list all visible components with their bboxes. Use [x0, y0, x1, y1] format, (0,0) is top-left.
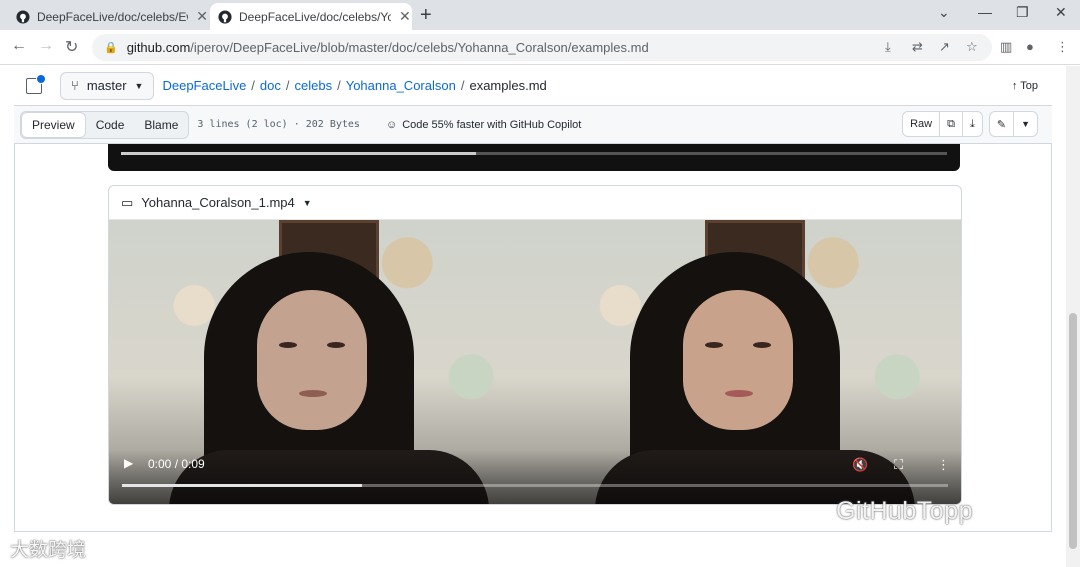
mouth	[725, 390, 753, 397]
tab-preview[interactable]: Preview	[21, 111, 86, 138]
close-icon[interactable]: ✕	[196, 8, 208, 25]
raw-button[interactable]: Raw	[903, 112, 939, 136]
video-card: ▭ Yohanna_Coralson_1.mp4 ▼ ▶ 0:00 / 0:09…	[108, 185, 962, 505]
url-path: /iperov/DeepFaceLive/blob/master/doc/cel…	[190, 40, 649, 55]
video-progress-fill	[122, 484, 362, 487]
reload-icon[interactable]: ↻	[65, 37, 78, 57]
translate-icon[interactable]: ⇄	[912, 39, 923, 55]
caret-down-icon: ▼	[134, 80, 144, 91]
previous-video-progress-fill	[121, 152, 477, 155]
bookmark-star-icon[interactable]: ☆	[966, 39, 978, 55]
eye	[753, 342, 771, 348]
scrollbar-thumb[interactable]	[1069, 313, 1077, 549]
file-actions: Raw ⧉ ⤓ ✎ ▼	[902, 111, 1038, 137]
browser-tab-title: DeepFaceLive/doc/celebs/Yohanna_Coralson…	[239, 9, 391, 24]
browser-tab-2[interactable]: DeepFaceLive/doc/celebs/Yohanna_Coralson…	[210, 3, 412, 30]
video-camera-icon: ▭	[121, 194, 134, 210]
share-icon[interactable]: ↗	[939, 39, 950, 55]
address-bar: ← → ↻ 🔒 github.com/iperov/DeepFaceLive/b…	[0, 30, 1080, 65]
maximize-icon[interactable]: ❐	[1016, 4, 1029, 21]
video-time: 0:00 / 0:09	[148, 457, 205, 471]
tab-search-icon[interactable]: ⌄	[938, 4, 950, 21]
mouth	[299, 390, 327, 397]
eye	[705, 342, 723, 348]
video-controls: ▶ 0:00 / 0:09 🔇 ⛶ ⋮	[109, 450, 961, 504]
view-mode-tabs: Preview Code Blame	[20, 110, 190, 139]
breadcrumb-filename: examples.md	[469, 78, 547, 93]
git-branch-icon: ⑂	[71, 78, 79, 93]
copilot-icon: ☺	[385, 118, 398, 131]
branch-selector[interactable]: ⑂ master ▼	[60, 71, 155, 100]
github-icon	[16, 9, 30, 24]
file-header: ⑂ master ▼ DeepFaceLive / doc / celebs / Yo…	[14, 66, 1052, 106]
video-progress-bar[interactable]	[122, 484, 948, 487]
github-icon	[218, 9, 232, 24]
browser-tab-title: DeepFaceLive/doc/celebs/Ewon_Spice/examp…	[36, 9, 188, 24]
fullscreen-icon[interactable]: ⛶	[894, 457, 903, 473]
tab-code[interactable]: Code	[86, 112, 135, 138]
url-input[interactable]: 🔒 github.com/iperov/DeepFaceLive/blob/ma…	[92, 34, 992, 61]
github-page: ⑂ master ▼ DeepFaceLive / doc / celebs / Yo…	[0, 66, 1066, 567]
video-player[interactable]: ▶ 0:00 / 0:09 🔇 ⛶ ⋮	[109, 220, 961, 504]
caret-down-icon[interactable]: ▼	[1013, 112, 1037, 136]
caret-down-icon: ▼	[302, 197, 312, 208]
more-options-icon[interactable]: ⋮	[937, 457, 950, 473]
previous-video-progress[interactable]	[121, 152, 947, 155]
pencil-icon[interactable]: ✎	[990, 112, 1013, 136]
tab-blame[interactable]: Blame	[134, 112, 188, 138]
edit-actions: ✎ ▼	[988, 111, 1038, 137]
browser-tab-1[interactable]: DeepFaceLive/doc/celebs/Ewon_Spice/examp…	[8, 3, 208, 30]
copilot-promo[interactable]: ☺ Code 55% faster with GitHub Copilot	[386, 119, 581, 131]
watermark-githubtopp: GitHubTopp	[836, 497, 974, 525]
arrow-up-icon: ↑	[1011, 79, 1018, 92]
file-toolbar: Preview Code Blame 3 lines (2 loc) · 202…	[14, 106, 1052, 144]
download-icon[interactable]: ⤓	[961, 112, 982, 136]
close-icon[interactable]: ✕	[399, 8, 411, 25]
browser-menu-icon[interactable]: ⋮	[1056, 39, 1069, 55]
breadcrumb-doc[interactable]: doc	[260, 78, 281, 93]
breadcrumb-celebs[interactable]: celebs	[295, 78, 333, 93]
breadcrumb-folder[interactable]: Yohanna_Coralson	[346, 78, 456, 93]
copy-icon[interactable]: ⧉	[939, 112, 962, 136]
browser-tab-bar: DeepFaceLive/doc/celebs/Ewon_Spice/examp…	[0, 0, 1080, 30]
video-filename: Yohanna_Coralson_1.mp4	[141, 195, 295, 210]
new-tab-icon[interactable]: +	[420, 4, 432, 27]
top-link[interactable]: ↑ Top	[1012, 80, 1038, 92]
install-icon[interactable]: ⤓	[885, 39, 891, 55]
forward-icon[interactable]: →	[38, 37, 54, 55]
url-host: github.com	[126, 40, 191, 55]
video-header[interactable]: ▭ Yohanna_Coralson_1.mp4 ▼	[109, 186, 961, 220]
profile-avatar-icon[interactable]: ●	[1026, 39, 1034, 54]
sidebar-toggle-icon[interactable]	[26, 73, 46, 94]
back-icon[interactable]: ←	[11, 37, 27, 55]
eye	[327, 342, 345, 348]
face	[257, 290, 367, 430]
branch-name: master	[86, 78, 127, 93]
breadcrumb-repo[interactable]: DeepFaceLive	[162, 78, 246, 93]
previous-video-player[interactable]	[108, 144, 960, 171]
file-meta: 3 lines (2 loc) · 202 Bytes	[197, 119, 360, 130]
breadcrumb: DeepFaceLive / doc / celebs / Yohanna_Coral…	[162, 78, 547, 93]
markdown-body: ▭ Yohanna_Coralson_1.mp4 ▼ ▶ 0:00 / 0:09…	[14, 144, 1052, 532]
play-icon[interactable]: ▶	[124, 456, 133, 470]
side-panel-icon[interactable]: ▥	[1000, 39, 1012, 55]
watermark-dashujuajing: 大数跨境	[10, 540, 87, 561]
mute-icon[interactable]: 🔇	[852, 457, 868, 473]
lock-icon: 🔒	[104, 42, 118, 54]
raw-actions: Raw ⧉ ⤓	[902, 111, 983, 137]
page-scrollbar[interactable]	[1066, 66, 1080, 567]
face	[683, 290, 793, 430]
minimize-icon[interactable]: —	[978, 4, 992, 20]
window-close-icon[interactable]: ✕	[1055, 4, 1067, 21]
eye	[279, 342, 297, 348]
